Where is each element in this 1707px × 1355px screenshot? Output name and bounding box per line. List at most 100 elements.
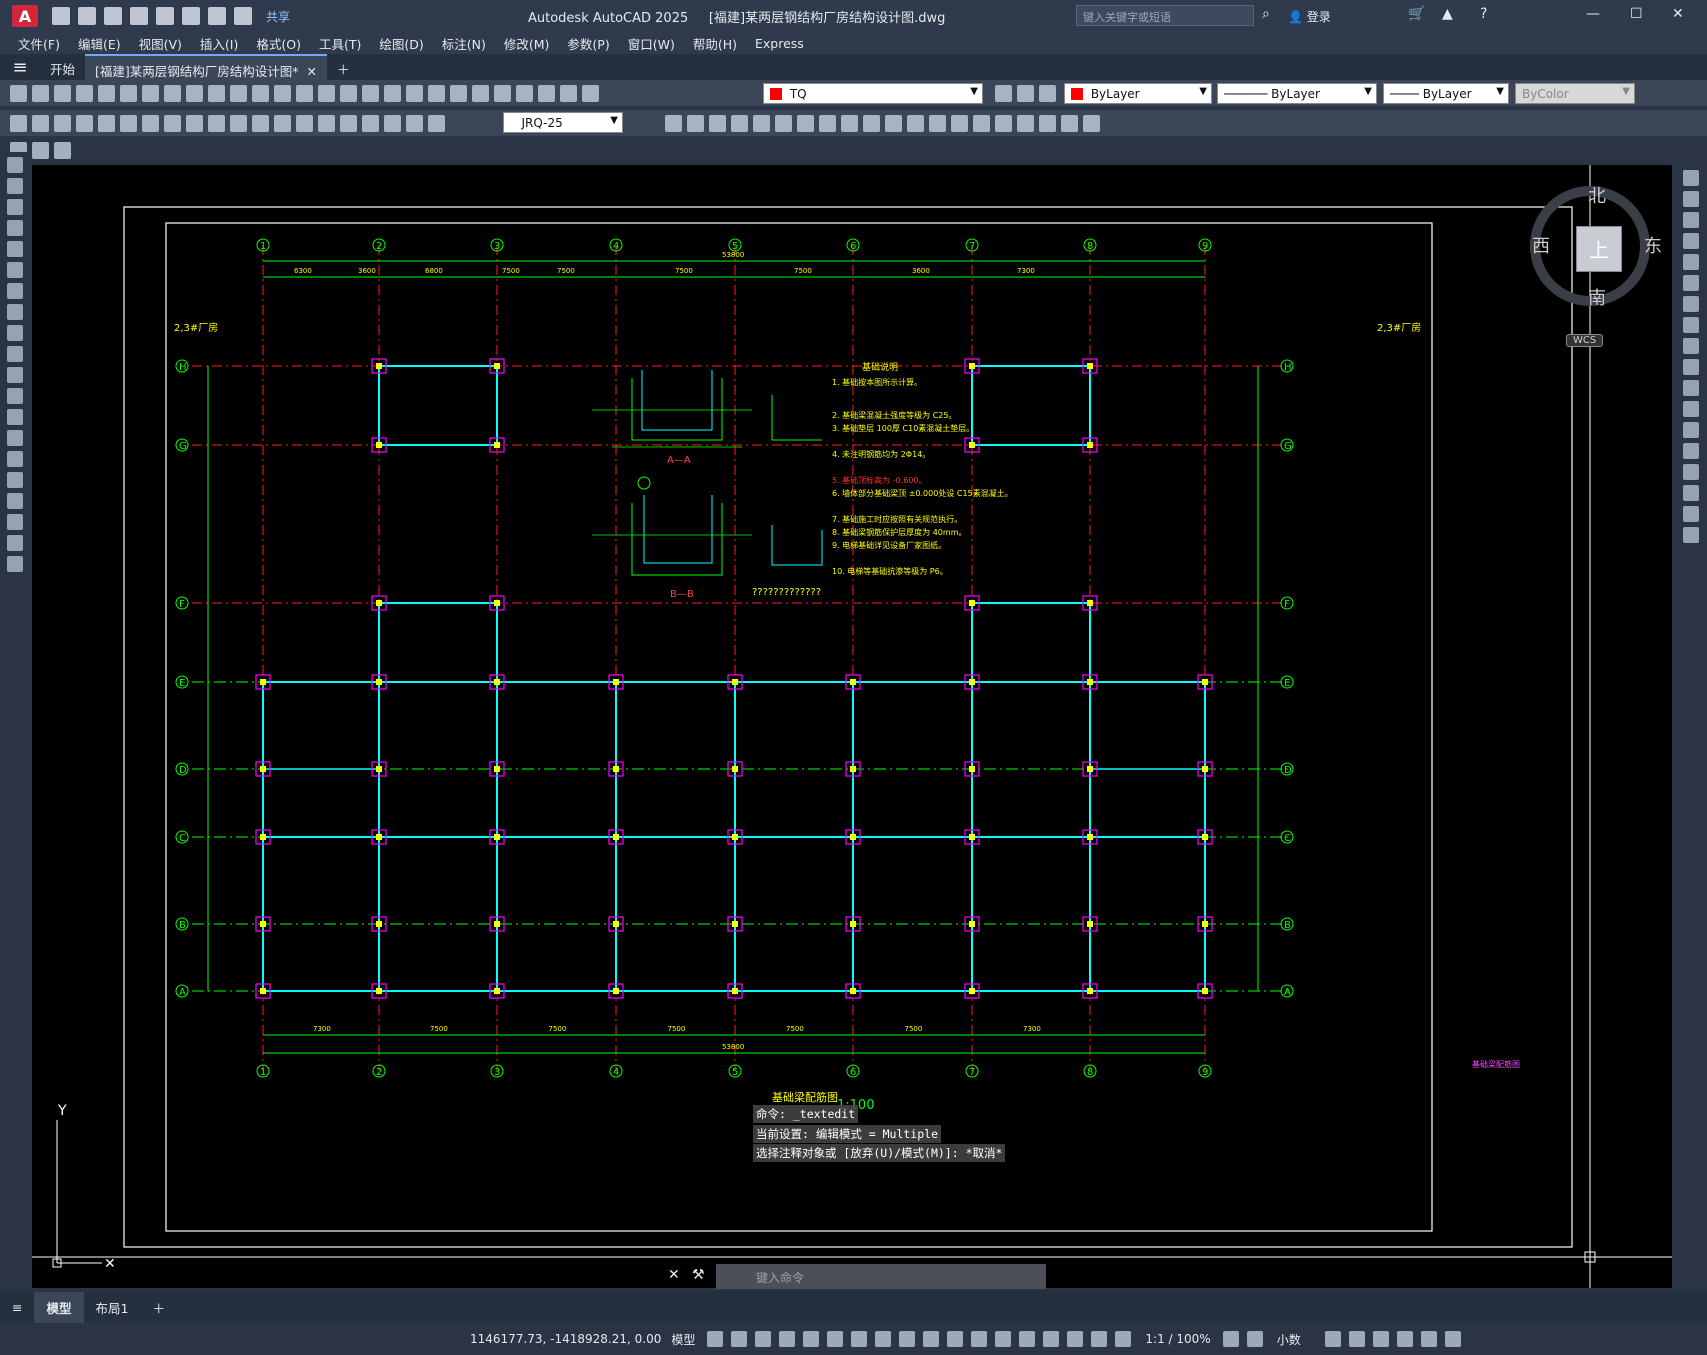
layer-freeze-icon[interactable] xyxy=(560,84,577,102)
menu-format[interactable]: 格式(O) xyxy=(256,34,301,53)
minimize-icon[interactable]: — xyxy=(1586,6,1600,22)
menu-express[interactable]: Express xyxy=(755,36,804,51)
isolate-objects-icon[interactable] xyxy=(1372,1331,1389,1347)
continue-dim-icon[interactable] xyxy=(230,114,247,132)
make-block-icon[interactable] xyxy=(7,409,23,425)
save-block-icon[interactable] xyxy=(32,141,49,159)
viewcube-east[interactable]: 东 xyxy=(1644,232,1662,258)
ellipse-arc-icon[interactable] xyxy=(7,367,23,383)
3d-osnap-icon[interactable] xyxy=(995,1331,1012,1347)
autodesk-app-icon[interactable]: ▲ xyxy=(1442,6,1453,22)
break-icon[interactable] xyxy=(1683,422,1699,438)
menu-help[interactable]: 帮助(H) xyxy=(693,34,737,53)
jogged-dim-icon[interactable] xyxy=(120,114,137,132)
help-icon[interactable] xyxy=(494,84,511,102)
close-tab-icon[interactable]: ✕ xyxy=(303,64,316,79)
polyline-icon[interactable] xyxy=(7,199,23,215)
new-icon[interactable] xyxy=(52,7,70,25)
match-prop-icon[interactable] xyxy=(208,84,225,102)
publish-icon[interactable] xyxy=(156,7,174,25)
undo-icon[interactable] xyxy=(208,7,226,25)
circle-icon[interactable] xyxy=(7,283,23,299)
quick-properties-icon[interactable] xyxy=(1324,1331,1341,1347)
save-as-icon[interactable] xyxy=(130,7,148,25)
construction-line-icon[interactable] xyxy=(7,178,23,194)
move3d-icon[interactable] xyxy=(929,114,946,132)
plot-icon[interactable] xyxy=(76,84,93,102)
slice-icon[interactable] xyxy=(885,114,902,132)
search-icon[interactable]: ⌕ xyxy=(1262,6,1270,22)
object-snap-tracking-icon[interactable] xyxy=(875,1331,892,1347)
mirror-icon[interactable] xyxy=(1683,212,1699,228)
sweep-icon[interactable] xyxy=(775,114,792,132)
plotstyle-dropdown[interactable]: ByColor ▼ xyxy=(1515,83,1635,104)
menu-draw[interactable]: 绘图(D) xyxy=(379,34,423,53)
menu-file[interactable]: 文件(F) xyxy=(18,34,60,53)
publish-icon[interactable] xyxy=(120,84,137,102)
gizmo-icon[interactable] xyxy=(1067,1331,1084,1347)
customize-wrench-icon[interactable]: ⚒ xyxy=(692,1267,705,1283)
redo-icon[interactable] xyxy=(252,84,269,102)
annotation-visibility-icon[interactable] xyxy=(1091,1331,1108,1347)
loft-icon[interactable] xyxy=(797,114,814,132)
help-search-input[interactable]: 键入关键字或短语 xyxy=(1076,5,1254,26)
rotate3d-icon[interactable] xyxy=(951,114,968,132)
tool-palettes-icon[interactable] xyxy=(406,84,423,102)
aligned-dim-icon[interactable] xyxy=(32,114,49,132)
shell-icon[interactable] xyxy=(907,114,924,132)
cart-icon[interactable]: 🛒 xyxy=(1408,6,1425,22)
move-icon[interactable] xyxy=(1683,275,1699,291)
stretch-icon[interactable] xyxy=(1683,338,1699,354)
make-current-icon[interactable] xyxy=(995,85,1012,102)
dynamic-ucs-icon[interactable] xyxy=(1019,1331,1036,1347)
color-dropdown[interactable]: ByLayer ▼ xyxy=(1064,83,1212,104)
extend-icon[interactable] xyxy=(1683,380,1699,396)
add-layout-button[interactable]: ＋ xyxy=(140,1292,177,1323)
section-plane-icon[interactable] xyxy=(1039,114,1056,132)
new-tab-button[interactable]: ＋ xyxy=(327,54,360,80)
workspace-gear-icon[interactable] xyxy=(1222,1331,1239,1347)
explode-icon[interactable] xyxy=(1683,527,1699,543)
infer-icon[interactable] xyxy=(755,1331,772,1347)
intersect-icon[interactable] xyxy=(863,114,880,132)
ellipse-icon[interactable] xyxy=(7,346,23,362)
add-selected-icon[interactable] xyxy=(7,556,23,572)
linetype-dropdown[interactable]: ────── ByLayer ▼ xyxy=(1217,83,1377,104)
table-icon[interactable] xyxy=(7,514,23,530)
tab-model[interactable]: 模型 xyxy=(34,1291,84,1323)
dim-text-edit-icon[interactable] xyxy=(406,114,423,132)
region-icon[interactable] xyxy=(7,493,23,509)
snap-icon[interactable] xyxy=(731,1331,748,1347)
design-center-icon[interactable] xyxy=(384,84,401,102)
menu-modify[interactable]: 修改(M) xyxy=(504,34,550,53)
revision-cloud-icon[interactable] xyxy=(7,304,23,320)
chamfer-icon[interactable] xyxy=(1683,464,1699,480)
inspect-icon[interactable] xyxy=(340,114,357,132)
join-icon[interactable] xyxy=(1683,443,1699,459)
open-icon[interactable] xyxy=(78,7,96,25)
calculator-icon[interactable] xyxy=(472,84,489,102)
command-input[interactable]: 键入命令 xyxy=(716,1264,1046,1289)
copy-icon[interactable] xyxy=(1683,191,1699,207)
radius-dim-icon[interactable] xyxy=(98,114,115,132)
pan-icon[interactable] xyxy=(274,84,291,102)
units-dropdown[interactable]: 小数 xyxy=(1277,1331,1301,1348)
ordinate-dim-icon[interactable] xyxy=(76,114,93,132)
print-icon[interactable] xyxy=(182,7,200,25)
spline-icon[interactable] xyxy=(7,325,23,341)
drawing-canvas[interactable]: 112233445566778899HHGGFFEEDDCCBBAA 53800… xyxy=(32,165,1672,1288)
viewcube-north[interactable]: 北 xyxy=(1588,182,1606,208)
linear-dim-icon[interactable] xyxy=(10,114,27,132)
model-space-button[interactable]: 模型 xyxy=(671,1331,695,1348)
customization-icon[interactable] xyxy=(1444,1331,1461,1347)
layer-previous-icon[interactable] xyxy=(1017,85,1034,102)
save-icon[interactable] xyxy=(54,84,71,102)
login-button[interactable]: 👤 登录 xyxy=(1288,8,1331,25)
center-mark-icon[interactable] xyxy=(318,114,335,132)
selection-filter-icon[interactable] xyxy=(1043,1331,1060,1347)
ortho-icon[interactable] xyxy=(803,1331,820,1347)
scale-icon[interactable] xyxy=(1683,317,1699,333)
extrude-icon[interactable] xyxy=(731,114,748,132)
tab-start[interactable]: 开始 xyxy=(40,54,85,80)
wcs-menu[interactable]: WCS xyxy=(1566,334,1604,347)
